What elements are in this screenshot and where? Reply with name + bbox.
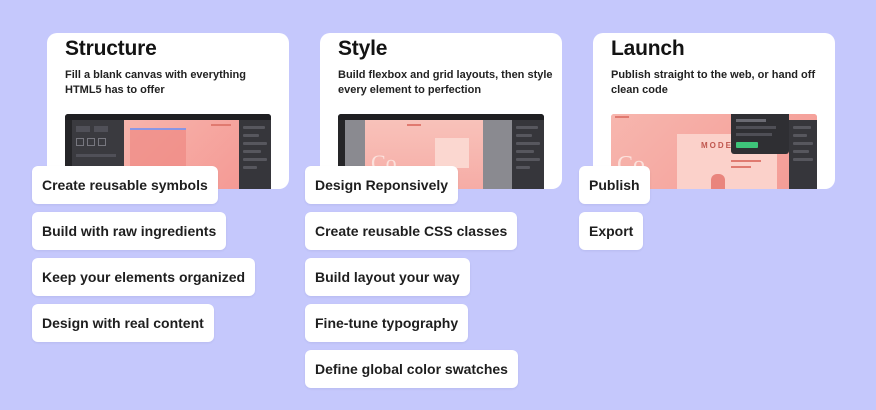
feature-chip[interactable]: Fine-tune typography <box>305 304 469 342</box>
feature-chip[interactable]: Build layout your way <box>305 258 470 296</box>
card-title: Launch <box>611 37 685 60</box>
card-description: Fill a blank canvas with everything HTML… <box>65 69 246 96</box>
feature-chip[interactable]: Publish <box>579 166 650 204</box>
feature-chip[interactable]: Build with raw ingredients <box>32 212 227 250</box>
feature-chip[interactable]: Create reusable CSS classes <box>305 212 518 250</box>
feature-chip[interactable]: Design with real content <box>32 304 214 342</box>
card-title: Style <box>338 37 388 60</box>
card-title: Structure <box>65 37 157 60</box>
feature-chip[interactable]: Create reusable symbols <box>32 166 218 204</box>
feature-chip[interactable]: Keep your elements organized <box>32 258 256 296</box>
feature-chip[interactable]: Design Reponsively <box>305 166 459 204</box>
card-description: Build flexbox and grid layouts, then sty… <box>338 69 553 96</box>
card-description: Publish straight to the web, or hand off… <box>611 69 816 96</box>
feature-chip[interactable]: Export <box>579 212 644 250</box>
feature-chip[interactable]: Define global color swatches <box>305 350 518 388</box>
